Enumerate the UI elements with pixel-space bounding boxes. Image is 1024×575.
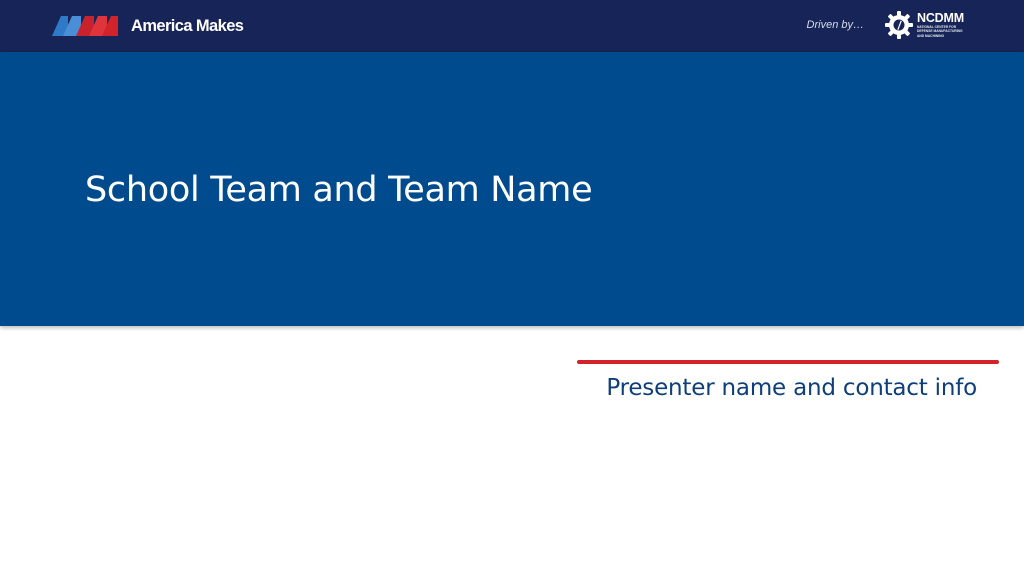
- america-makes-logo-icon: [52, 16, 118, 36]
- partner-name: NCDMM: [917, 11, 964, 26]
- accent-divider: [577, 360, 999, 364]
- brand-name: America Makes: [131, 17, 244, 35]
- america-makes-logo: America Makes: [52, 15, 244, 37]
- ncdmm-logo: NCDMM National Center for Defense Manufa…: [884, 10, 969, 40]
- header-bar: America Makes Driven by… NCDMM NATIONAL …: [0, 0, 1024, 52]
- slide: America Makes Driven by… NCDMM NATIONAL …: [0, 0, 1024, 575]
- slide-title[interactable]: School Team and Team Name: [85, 167, 593, 213]
- gear-icon: [885, 11, 913, 39]
- partner-subtitle: National Center for Defense Manufacturin…: [917, 25, 963, 38]
- presenter-info[interactable]: Presenter name and contact info: [606, 372, 977, 404]
- driven-by-text: Driven by…: [806, 19, 864, 31]
